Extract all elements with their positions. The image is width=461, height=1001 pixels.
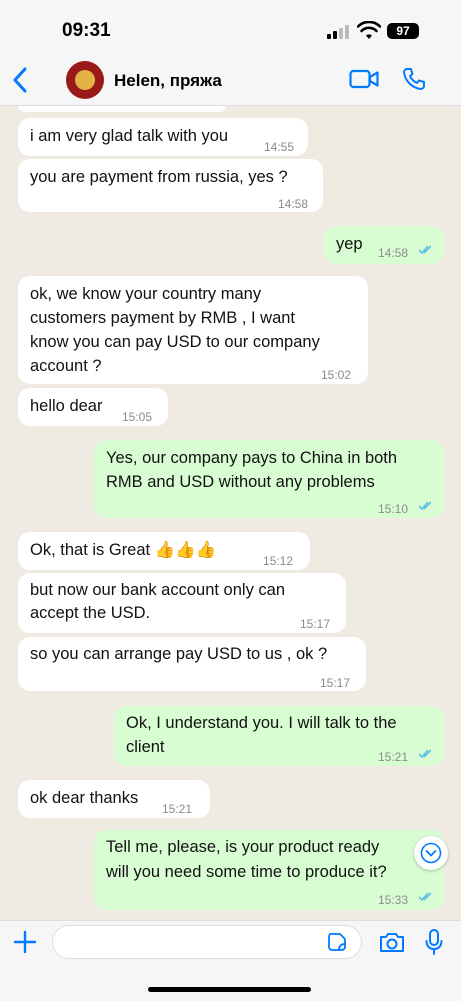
battery-indicator: 97 [387,23,419,39]
message-bubble-incoming[interactable]: hello dear 15:05 [18,388,168,426]
scroll-to-bottom-button[interactable] [414,836,448,870]
message-text: client [126,738,165,756]
message-time: 15:12 [263,554,294,568]
message-bubble-outgoing[interactable]: Tell me, please, is your product ready w… [94,830,444,910]
message-text: account ? [30,357,102,375]
cellular-signal-icon [327,25,349,39]
contact-avatar[interactable] [66,61,104,99]
message-text: Yes, our company pays to China in both [106,449,398,467]
message-bubble-outgoing[interactable]: Ok, I understand you. I will talk to the… [114,706,444,766]
message-time: 15:21 [378,750,409,764]
phone-call-icon[interactable] [402,67,426,91]
message-time: 15:05 [122,410,153,424]
message-text: will you need some time to produce it? [106,863,387,881]
message-time: 15:10 [378,502,409,516]
composer-bar [0,920,461,1001]
message-bubble-incoming[interactable]: ok dear thanks 15:21 [18,780,210,818]
message-bubble-incoming[interactable]: ok, we know your country many customers … [18,276,368,384]
chevron-down-icon [420,842,442,864]
message-input[interactable] [52,925,362,959]
message-text: but now our bank account only can [30,581,286,599]
message-time: 14:58 [278,197,309,211]
status-bar: 09:31 97 [0,0,461,58]
message-text: RMB and USD without any problems [106,473,375,491]
message-time: 15:21 [162,802,193,816]
message-bubble-incoming[interactable]: i am very glad talk with you 14:55 [18,118,308,156]
message-text: Ok, that is Great 👍👍👍 [30,541,217,559]
message-time: 14:58 [378,246,409,260]
message-time: 15:02 [321,368,352,382]
message-text: yep [336,235,363,253]
message-list[interactable]: i am very glad talk with you 14:55 you a… [0,106,461,920]
message-text: you are payment from russia, yes ? [30,168,288,186]
contact-name[interactable]: Helen, пряжа [114,71,222,91]
message-text: so you can arrange pay USD to us , ok ? [30,645,328,663]
message-bubble-incoming[interactable]: Ok, that is Great 👍👍👍 15:12 [18,532,310,570]
read-ticks-icon [418,749,432,759]
message-text: know you can pay USD to our company [30,333,320,351]
read-ticks-icon [418,501,432,511]
back-chevron-icon[interactable] [10,66,30,94]
camera-icon[interactable] [378,930,406,954]
message-bubble-incoming[interactable]: you are payment from russia, yes ? 14:58 [18,159,323,212]
sticker-icon[interactable] [327,932,347,952]
video-call-icon[interactable] [349,68,379,90]
message-bubble-incoming[interactable]: so you can arrange pay USD to us , ok ? … [18,637,366,691]
message-time: 14:55 [264,140,295,154]
message-text: Ok, I understand you. I will talk to the [126,714,397,732]
message-time: 15:33 [378,893,409,907]
message-bubble-outgoing[interactable]: Yes, our company pays to China in both R… [94,440,444,518]
status-time: 09:31 [62,20,111,41]
message-bubble-incoming[interactable]: but now our bank account only can accept… [18,573,346,633]
message-time: 15:17 [320,676,351,690]
message-text: Tell me, please, is your product ready [106,838,380,856]
read-ticks-icon [418,245,432,255]
message-text: accept the USD. [30,604,151,622]
plus-icon[interactable] [12,929,38,955]
microphone-icon[interactable] [424,928,444,956]
read-ticks-icon [418,892,432,902]
message-time: 15:17 [300,617,331,631]
chat-header: Helen, пряжа [0,58,461,106]
previous-message-bubble [18,106,226,112]
message-text: i am very glad talk with you [30,127,229,145]
message-bubble-outgoing[interactable]: yep 14:58 [324,226,444,264]
message-text: ok dear thanks [30,789,139,807]
wifi-icon [357,21,381,39]
message-text: customers payment by RMB , I want [30,309,296,327]
message-text: hello dear [30,397,103,415]
home-indicator [148,987,311,992]
message-text: ok, we know your country many [30,285,262,303]
